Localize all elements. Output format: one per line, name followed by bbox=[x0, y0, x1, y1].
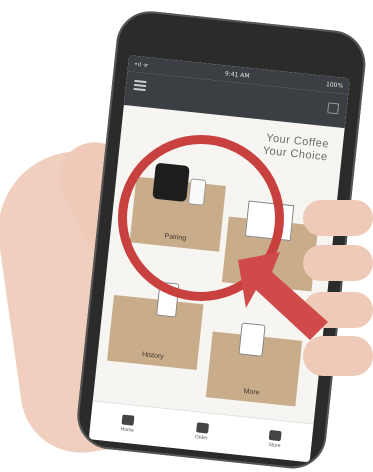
status-time: 9:41 AM bbox=[224, 69, 250, 80]
home-icon bbox=[121, 414, 135, 426]
nav-order[interactable]: Order bbox=[195, 422, 210, 441]
tile-label-more: More bbox=[243, 388, 260, 397]
nav-home[interactable]: Home bbox=[120, 414, 135, 434]
pointer-arrow-icon bbox=[238, 252, 328, 340]
hamburger-menu-icon[interactable] bbox=[133, 79, 147, 92]
battery-level: 100% bbox=[325, 80, 344, 90]
nav-store[interactable]: Store bbox=[268, 429, 282, 450]
nav-store-label: Store bbox=[268, 441, 281, 450]
scene: •ıl ᯤ 9:41 AM 100% Your Coffee Your Choi… bbox=[0, 0, 373, 472]
carrier-signal: •ıl ᯤ bbox=[133, 60, 149, 70]
right-finger-1 bbox=[303, 200, 373, 236]
nav-order-label: Order bbox=[194, 434, 208, 442]
store-icon bbox=[268, 429, 282, 442]
scan-icon[interactable] bbox=[327, 102, 340, 115]
cart-icon bbox=[195, 422, 209, 434]
tile-history[interactable]: History bbox=[107, 281, 204, 370]
nav-home-label: Home bbox=[120, 426, 135, 434]
right-finger-4 bbox=[303, 336, 373, 376]
tile-more[interactable]: More bbox=[205, 322, 303, 407]
tile-label-history: History bbox=[141, 351, 165, 361]
